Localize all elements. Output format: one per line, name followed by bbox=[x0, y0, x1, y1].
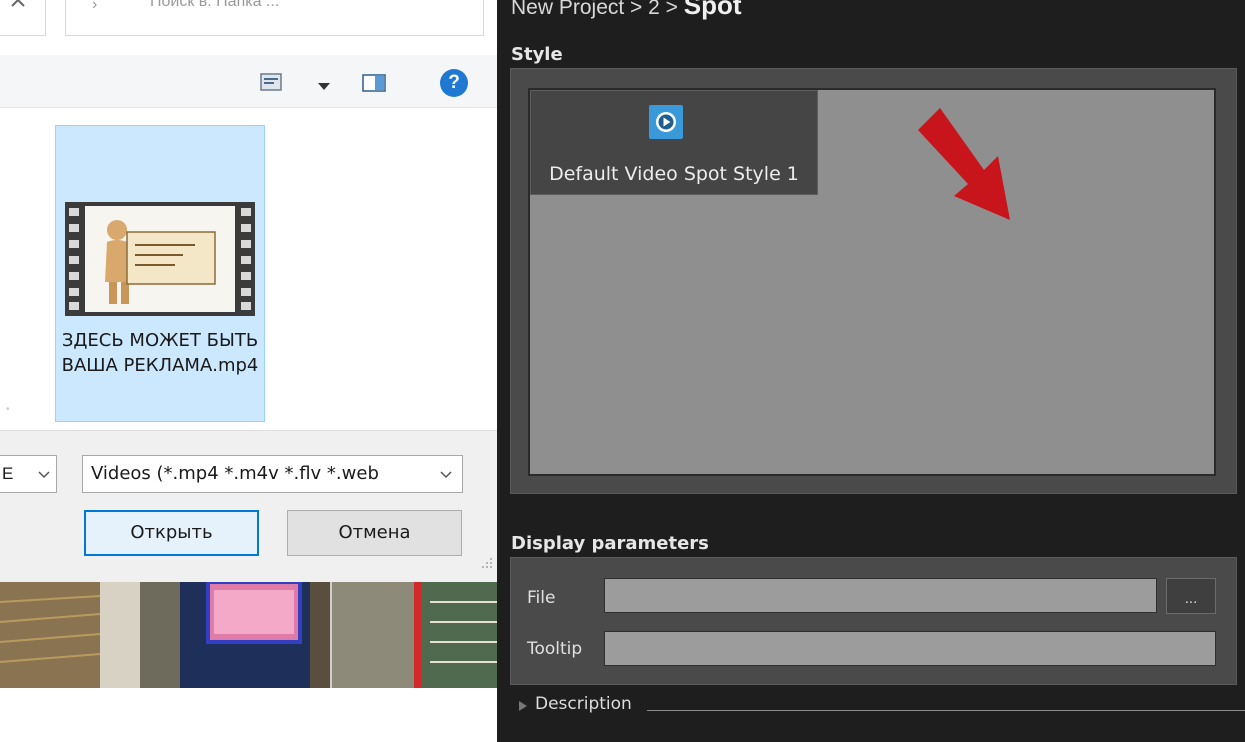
resize-grip-icon[interactable] bbox=[480, 556, 494, 570]
description-section[interactable]: Description bbox=[517, 690, 1245, 720]
file-name-combo-value: Е bbox=[2, 464, 14, 483]
display-params-title: Display parameters bbox=[511, 533, 709, 554]
play-circle-icon bbox=[649, 105, 683, 139]
chevron-right-icon: › bbox=[92, 0, 98, 13]
cancel-button[interactable]: Отмена bbox=[287, 510, 462, 556]
view-mode-icon[interactable] bbox=[260, 73, 282, 91]
breadcrumb: New Project > 2 > Spot bbox=[511, 0, 742, 22]
caret-right-icon bbox=[519, 701, 527, 711]
style-list[interactable]: Default Video Spot Style 1 bbox=[528, 88, 1216, 476]
tooltip-field[interactable] bbox=[604, 631, 1216, 666]
file-field[interactable] bbox=[604, 578, 1157, 613]
style-item-default-video[interactable]: Default Video Spot Style 1 bbox=[530, 90, 818, 195]
partial-item-marker: • bbox=[6, 404, 10, 415]
chevron-down-icon bbox=[439, 468, 453, 480]
open-button[interactable]: Открыть bbox=[84, 510, 259, 556]
style-section-title: Style bbox=[511, 44, 563, 65]
spot-editor-panel: New Project > 2 > Spot Style Default Vid… bbox=[497, 0, 1245, 742]
display-params-frame: File ... Tooltip bbox=[510, 557, 1237, 685]
help-icon[interactable]: ? bbox=[440, 69, 468, 97]
file-label: File bbox=[527, 588, 556, 608]
file-name: ЗДЕСЬ МОЖЕТ БЫТЬ ВАША РЕКЛАМА.mp4 bbox=[61, 330, 259, 376]
dialog-toolbar: ? bbox=[0, 55, 497, 108]
style-frame: Default Video Spot Style 1 bbox=[510, 68, 1237, 494]
file-type-select[interactable]: Videos (*.mp4 *.m4v *.flv *.web bbox=[82, 455, 463, 493]
style-item-label: Default Video Spot Style 1 bbox=[549, 163, 799, 185]
file-type-value: Videos (*.mp4 *.m4v *.flv *.web bbox=[91, 463, 379, 484]
open-file-dialog: › Поиск в: Папка ... ? • ея bbox=[0, 0, 497, 582]
up-button[interactable] bbox=[0, 0, 46, 36]
file-list[interactable]: • ея bbox=[0, 108, 497, 455]
search-placeholder: Поиск в: Папка ... bbox=[150, 0, 280, 10]
description-divider bbox=[647, 710, 1245, 711]
file-name-combo[interactable]: Е bbox=[0, 455, 57, 493]
preview-pane-icon[interactable] bbox=[362, 74, 386, 92]
chevron-down-icon bbox=[38, 471, 50, 479]
dialog-bottom-bar: Е Videos (*.mp4 *.m4v *.flv *.web Открыт… bbox=[0, 430, 497, 582]
background-photo bbox=[0, 582, 497, 688]
browse-button[interactable]: ... bbox=[1166, 578, 1216, 614]
chevron-down-icon[interactable] bbox=[318, 83, 330, 91]
description-label: Description bbox=[535, 694, 632, 714]
video-thumbnail-icon bbox=[65, 202, 255, 316]
breadcrumb-path[interactable]: New Project > 2 > bbox=[511, 0, 684, 19]
red-arrow-icon bbox=[918, 108, 1010, 220]
file-item-selected[interactable]: ЗДЕСЬ МОЖЕТ БЫТЬ ВАША РЕКЛАМА.mp4 bbox=[55, 125, 265, 422]
arrow-up-icon bbox=[11, 0, 25, 7]
breadcrumb-current: Spot bbox=[683, 0, 742, 20]
search-box[interactable]: › Поиск в: Папка ... bbox=[65, 0, 484, 36]
tooltip-label: Tooltip bbox=[527, 639, 583, 659]
